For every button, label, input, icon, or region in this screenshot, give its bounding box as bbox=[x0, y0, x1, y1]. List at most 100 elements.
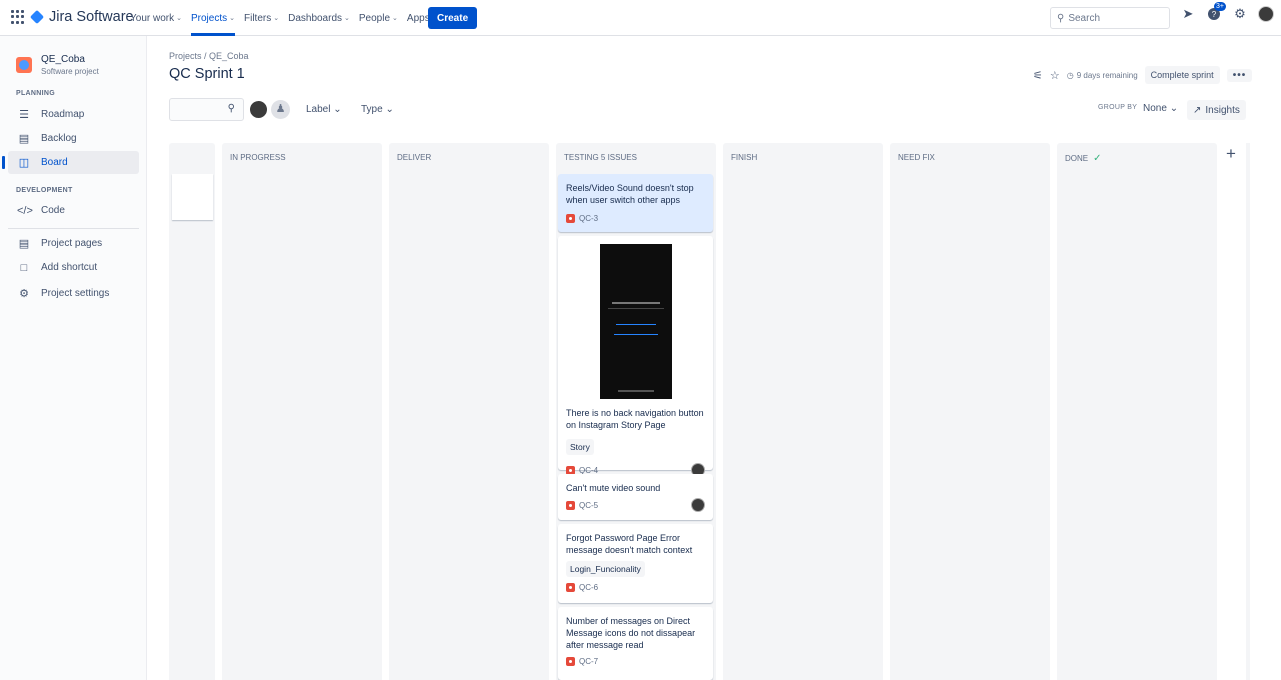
assignee-avatar[interactable] bbox=[691, 498, 705, 512]
search-icon: ⚲ bbox=[227, 103, 235, 114]
card-title: Can't mute video sound bbox=[566, 483, 661, 493]
board-column-in-progress: IN PROGRESS bbox=[222, 143, 382, 680]
bug-icon bbox=[566, 583, 575, 592]
top-right-icons: ➤ ? 3+ ⚙ bbox=[1180, 2, 1274, 22]
chevron-down-icon: ⌄ bbox=[229, 15, 235, 22]
star-icon[interactable]: ☆ bbox=[1050, 69, 1060, 82]
issue-key: QC-5 bbox=[566, 500, 598, 510]
issue-card[interactable]: Forgot Password Page Error message doesn… bbox=[558, 524, 713, 603]
sidebar-item-label: Project settings bbox=[41, 288, 110, 299]
settings-gear-icon[interactable]: ⚙ bbox=[1232, 6, 1248, 22]
issue-card[interactable]: There is no back navigation button on In… bbox=[558, 236, 713, 477]
search-input[interactable]: ⚲ Search bbox=[1050, 7, 1170, 29]
project-type: Software project bbox=[41, 67, 99, 76]
card-title: There is no back navigation button on In… bbox=[566, 408, 704, 430]
sprint-actions: ⚟ ☆ ◷ 9 days remaining Complete sprint •… bbox=[1033, 66, 1253, 84]
chevron-down-icon: ⌄ bbox=[1169, 103, 1179, 114]
issue-key: QC-7 bbox=[566, 657, 598, 666]
svg-text:?: ? bbox=[1212, 10, 1217, 19]
column-header: DELIVER bbox=[397, 153, 431, 162]
bug-icon bbox=[566, 657, 575, 666]
search-icon: ⚲ bbox=[1057, 12, 1065, 24]
sidebar-item-backlog[interactable]: ▤ Backlog bbox=[8, 127, 139, 150]
sidebar-item-project-settings[interactable]: ⚙ Project settings bbox=[8, 282, 139, 305]
sidebar-item-label: Code bbox=[41, 205, 65, 216]
issue-card-partial[interactable] bbox=[172, 174, 213, 220]
column-header: IN PROGRESS bbox=[230, 153, 286, 162]
add-column-plus-icon[interactable]: + bbox=[1226, 144, 1236, 164]
sidebar-item-label: Add shortcut bbox=[41, 262, 98, 273]
board-search-input[interactable]: ⚲ bbox=[169, 98, 244, 121]
card-title: Forgot Password Page Error message doesn… bbox=[566, 533, 693, 555]
days-remaining: ◷ 9 days remaining bbox=[1067, 71, 1138, 80]
chevron-down-icon: ⌄ bbox=[392, 15, 398, 22]
group-by-dropdown[interactable]: None ⌄ bbox=[1138, 101, 1183, 116]
settings-icon: ⚙ bbox=[19, 288, 29, 300]
card-footer: QC-7 bbox=[566, 657, 705, 666]
type-filter-dropdown[interactable]: Type ⌄ bbox=[361, 104, 394, 115]
checkmark-icon: ✓ bbox=[1093, 153, 1102, 164]
column-header: DONE ✓ bbox=[1065, 153, 1102, 164]
issue-key: QC-3 bbox=[566, 214, 598, 223]
user-avatar[interactable] bbox=[1258, 6, 1274, 22]
label-filter-dropdown[interactable]: Label ⌄ bbox=[306, 104, 342, 115]
insights-button[interactable]: ↗ Insights bbox=[1187, 100, 1246, 120]
board-column-edge bbox=[1246, 143, 1250, 680]
nav-people-label: People bbox=[358, 12, 391, 24]
project-header[interactable]: QE_Coba Software project bbox=[16, 54, 99, 76]
notification-rocket-icon[interactable]: ➤ bbox=[1180, 6, 1196, 22]
sidebar-item-project-pages[interactable]: ▤ Project pages bbox=[8, 232, 139, 255]
card-label-badge: Story bbox=[566, 439, 594, 455]
backlog-icon: ▤ bbox=[18, 133, 30, 145]
help-badge: 3+ bbox=[1214, 2, 1226, 11]
board-column-finish: FINISH bbox=[723, 143, 883, 680]
app-name: Jira Software bbox=[49, 9, 134, 25]
column-header: TESTING 5 ISSUES bbox=[564, 153, 637, 162]
card-cover-screenshot-image bbox=[599, 244, 672, 399]
column-title: DONE bbox=[1065, 154, 1089, 163]
jira-logo[interactable]: Jira Software bbox=[29, 9, 134, 25]
sidebar-item-roadmap[interactable]: ☰ Roadmap bbox=[8, 103, 139, 126]
help-icon[interactable]: ? 3+ bbox=[1206, 2, 1226, 22]
chevron-down-icon: ⌄ bbox=[344, 15, 350, 22]
create-button[interactable]: Create bbox=[428, 7, 478, 29]
sidebar-item-board[interactable]: ◫ Board bbox=[2, 151, 139, 174]
add-shortcut-icon: □ bbox=[20, 261, 28, 274]
board-column-done: DONE ✓ bbox=[1057, 143, 1217, 680]
issue-card[interactable]: Reels/Video Sound doesn't stop when user… bbox=[558, 174, 713, 232]
clock-icon: ◷ bbox=[1066, 70, 1074, 80]
top-navigation: Jira Software Your work ⌄ Projects ⌄ Filte… bbox=[0, 0, 1281, 36]
column-title: TESTING 5 ISSUES bbox=[564, 153, 637, 162]
nav-your-work[interactable]: Your work ⌄ bbox=[130, 0, 182, 36]
sidebar-divider bbox=[8, 228, 139, 229]
code-icon: </> bbox=[17, 204, 33, 217]
bug-icon bbox=[566, 500, 575, 510]
add-people-icon[interactable]: ♟ bbox=[271, 100, 290, 119]
insights-label: Insights bbox=[1205, 104, 1240, 116]
card-footer: QC-6 bbox=[566, 583, 705, 592]
lightning-icon[interactable]: ⚟ bbox=[1033, 69, 1043, 82]
issue-card[interactable]: Number of messages on Direct Message ico… bbox=[558, 607, 713, 680]
primary-nav: Your work ⌄ Projects ⌄ Filters ⌄ Dashboards… bbox=[130, 0, 447, 36]
more-actions-button[interactable]: ••• bbox=[1226, 68, 1253, 82]
nav-filters[interactable]: Filters ⌄ bbox=[244, 0, 279, 36]
sidebar-item-add-shortcut[interactable]: □ Add shortcut bbox=[8, 256, 139, 279]
nav-people[interactable]: People ⌄ bbox=[359, 0, 398, 36]
development-heading: DEVELOPMENT bbox=[16, 187, 73, 194]
complete-sprint-button[interactable]: Complete sprint bbox=[1144, 66, 1220, 84]
column-title: IN PROGRESS bbox=[230, 153, 286, 162]
jira-diamond-icon bbox=[29, 9, 45, 25]
nav-dashboards[interactable]: Dashboards ⌄ bbox=[288, 0, 350, 36]
issue-card[interactable]: Can't mute video sound QC-5 bbox=[558, 474, 713, 520]
nav-projects-label: Projects bbox=[190, 12, 228, 24]
assignee-filter-avatar[interactable] bbox=[249, 100, 268, 119]
sidebar-item-code[interactable]: </> Code bbox=[8, 199, 139, 222]
nav-your-work-label: Your work bbox=[130, 12, 175, 24]
type-filter-text: Type bbox=[361, 104, 383, 115]
chevron-down-icon: ⌄ bbox=[273, 15, 280, 22]
label-filter-text: Label bbox=[306, 104, 331, 115]
breadcrumb[interactable]: Projects / QE_Coba bbox=[169, 51, 249, 61]
column-header: NEED FIX bbox=[898, 153, 935, 162]
app-switcher-icon[interactable] bbox=[11, 10, 25, 24]
nav-projects[interactable]: Projects ⌄ bbox=[190, 0, 235, 36]
